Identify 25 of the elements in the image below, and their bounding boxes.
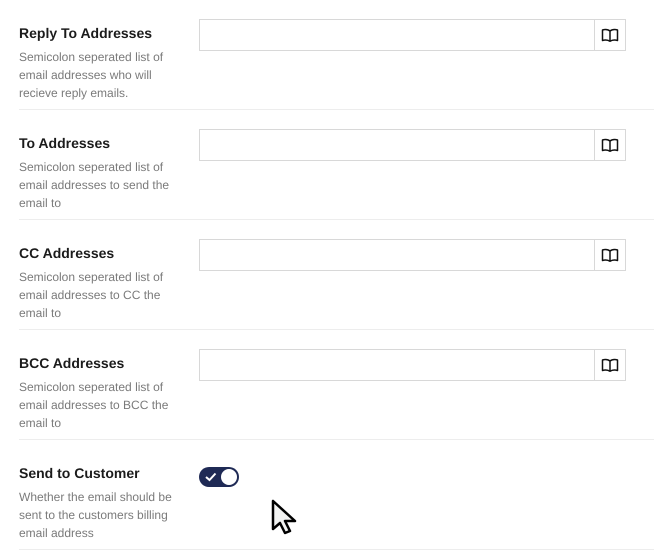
address-input-field[interactable] [199,129,594,161]
address-book-button[interactable] [594,349,626,381]
book-icon [601,138,619,152]
address-book-button[interactable] [594,19,626,51]
field-label: Send to Customer [19,465,141,481]
address-input-field[interactable] [199,349,594,381]
book-icon [601,248,619,262]
check-icon [205,472,217,482]
address-input-field[interactable] [199,239,594,271]
book-icon [601,358,619,372]
field-label: BCC Addresses [19,355,126,371]
field-description: Whether the email should be sent to the customers billing email address [19,489,173,542]
address-book-button[interactable] [594,129,626,161]
cursor-icon [271,499,299,535]
field-description: Semicolon seperated list of email addresses to send the email to [19,159,170,212]
field-description: Semicolon seperated list of email addresses to CC the email to [19,269,164,322]
toggle-switch[interactable] [199,467,239,487]
field-label: To Addresses [19,135,112,151]
field-description: Semicolon seperated list of email addresses who will recieve reply emails. [19,49,164,102]
address-input-field[interactable] [199,19,594,51]
field-label: Reply To Addresses [19,25,154,41]
field-label: CC Addresses [19,245,116,261]
field-description: Semicolon seperated list of email addresses to BCC the email to [19,379,170,432]
book-icon [601,28,619,42]
address-book-button[interactable] [594,239,626,271]
